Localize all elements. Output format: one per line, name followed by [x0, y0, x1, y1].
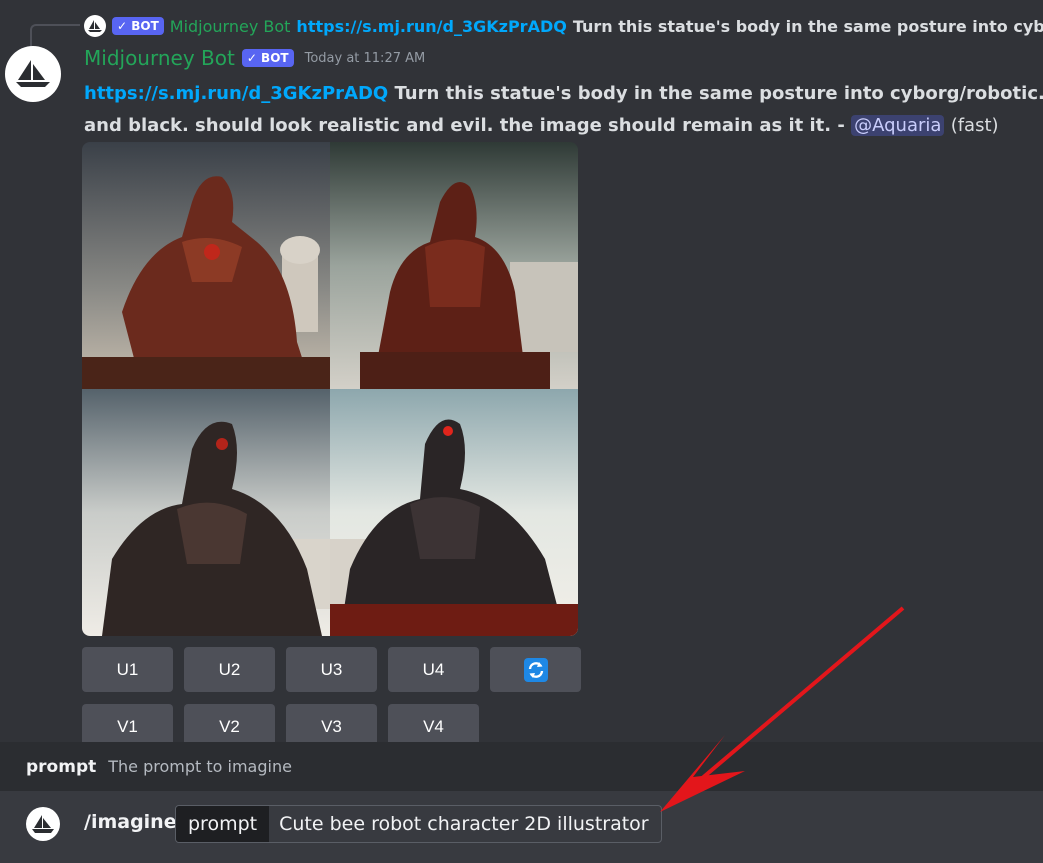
- image-grid[interactable]: [82, 142, 578, 636]
- reroll-button[interactable]: [490, 647, 581, 692]
- message-content: https://s.mj.run/d_3GKzPrADQ Turn this s…: [84, 78, 1043, 142]
- generated-image-4[interactable]: [330, 389, 578, 636]
- option-name: prompt: [176, 806, 270, 842]
- u1-button[interactable]: U1: [82, 647, 173, 692]
- upscale-buttons: U1 U2 U3 U4: [82, 647, 581, 692]
- sailboat-icon: [88, 20, 102, 32]
- message-text-2: and black. should look realistic and evi…: [84, 115, 852, 136]
- reply-author[interactable]: Midjourney Bot: [170, 17, 291, 36]
- u4-button[interactable]: U4: [388, 647, 479, 692]
- author-avatar[interactable]: [5, 46, 61, 102]
- prompt-value[interactable]: Cute bee robot character 2D illustrator: [269, 806, 661, 842]
- reply-avatar: [84, 15, 106, 37]
- message-line-1: https://s.mj.run/d_3GKzPrADQ Turn this s…: [84, 78, 1043, 110]
- author-name[interactable]: Midjourney Bot: [84, 46, 235, 70]
- message-composer[interactable]: /imagine prompt Cute bee robot character…: [0, 791, 1043, 863]
- message-text-1: Turn this statue's body in the same post…: [394, 83, 1043, 104]
- command-option-hint[interactable]: prompt The prompt to imagine: [0, 742, 1043, 791]
- sailboat-icon: [16, 60, 50, 87]
- prompt-option-input[interactable]: prompt Cute bee robot character 2D illus…: [175, 805, 662, 843]
- generated-image-3[interactable]: [82, 389, 330, 636]
- reply-text: Turn this statue's body in the same post…: [572, 16, 1043, 36]
- option-label: prompt: [26, 756, 97, 777]
- reply-link[interactable]: https://s.mj.run/d_3GKzPrADQ: [296, 17, 566, 36]
- prompt-link[interactable]: https://s.mj.run/d_3GKzPrADQ: [84, 83, 388, 104]
- speed-label: (fast): [950, 115, 999, 136]
- u2-button[interactable]: U2: [184, 647, 275, 692]
- sailboat-icon: [32, 815, 54, 833]
- generated-image-2[interactable]: [330, 142, 578, 389]
- reply-connector: [30, 24, 80, 48]
- user-mention[interactable]: @Aquaria: [851, 115, 945, 136]
- bot-badge: ✓ BOT: [241, 49, 294, 67]
- u3-button[interactable]: U3: [286, 647, 377, 692]
- command-app-avatar: [26, 807, 60, 841]
- message-line-2: and black. should look realistic and evi…: [84, 110, 1043, 142]
- reply-reference[interactable]: ✓ BOT Midjourney Bot https://s.mj.run/d_…: [84, 12, 1043, 40]
- refresh-icon: [523, 657, 548, 682]
- generated-image-1[interactable]: [82, 142, 330, 389]
- timestamp: Today at 11:27 AM: [304, 50, 426, 66]
- option-description: The prompt to imagine: [108, 757, 292, 776]
- bot-badge: ✓ BOT: [112, 17, 164, 35]
- message-header: Midjourney Bot ✓ BOT Today at 11:27 AM: [84, 46, 425, 70]
- slash-command: /imagine: [84, 811, 177, 833]
